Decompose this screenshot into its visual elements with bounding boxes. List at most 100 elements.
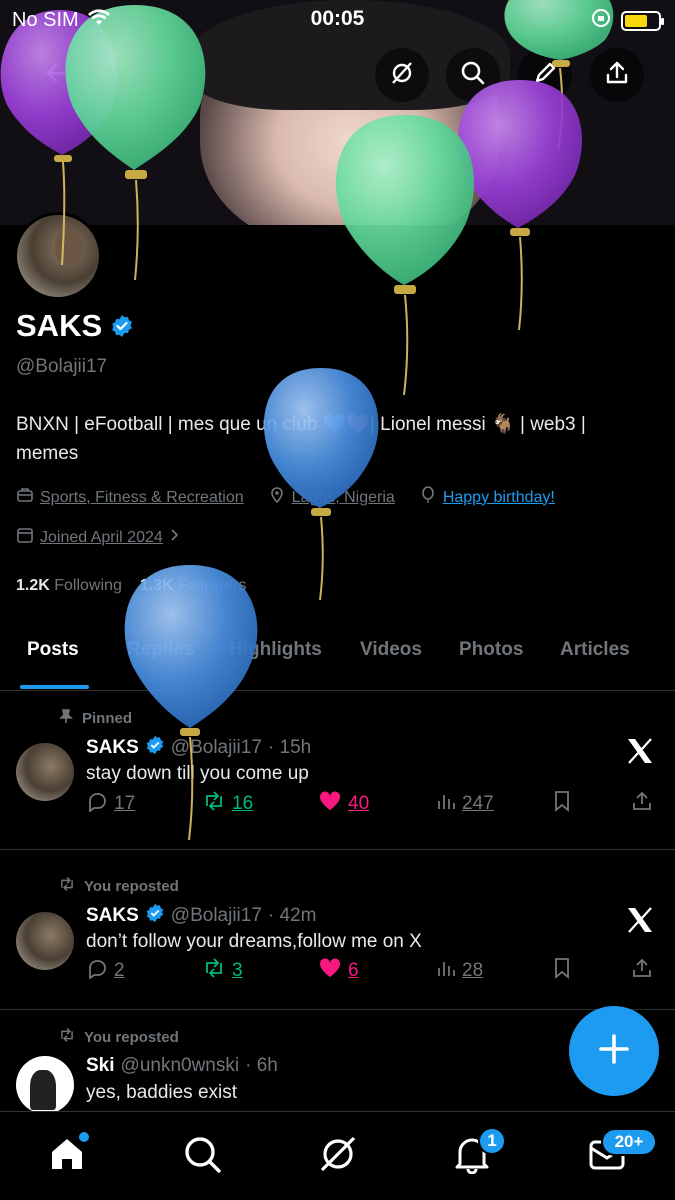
- reply-icon: [86, 790, 108, 818]
- search-button[interactable]: [446, 48, 500, 102]
- tab-posts[interactable]: Posts: [27, 639, 79, 661]
- share-icon: [631, 790, 653, 818]
- birthday-item[interactable]: Happy birthday!: [419, 486, 555, 509]
- avatar[interactable]: [16, 743, 74, 801]
- views-icon: [436, 791, 456, 817]
- tab-articles[interactable]: Articles: [560, 639, 630, 661]
- bookmark-icon: [552, 957, 572, 985]
- views-button[interactable]: 247: [436, 791, 494, 817]
- nav-notifications[interactable]: 1: [450, 1127, 506, 1178]
- verified-badge-icon: [145, 903, 165, 929]
- profile-meta: Sports, Fitness & Recreation Lagos, Nige…: [16, 486, 555, 509]
- post[interactable]: Pinned SAKS @Bolajii17 · 15h stay down t…: [0, 691, 675, 850]
- share-icon: [631, 957, 653, 985]
- post-context: You reposted: [58, 1027, 179, 1047]
- reply-icon: [86, 957, 108, 985]
- category-item[interactable]: Sports, Fitness & Recreation: [16, 486, 244, 509]
- nav-grok[interactable]: [316, 1134, 360, 1178]
- post-author-name[interactable]: Ski: [86, 1055, 115, 1077]
- post-text: yes, baddies exist: [86, 1082, 238, 1103]
- repost-icon: [58, 876, 76, 896]
- share-icon: [604, 60, 630, 91]
- reply-button[interactable]: 17: [86, 790, 135, 818]
- compose-button[interactable]: [569, 1006, 659, 1096]
- post-handle: @Bolajii17: [170, 905, 262, 926]
- profile-tabs: Posts Replies Highlights Videos Photos A…: [0, 620, 675, 691]
- post-author-name[interactable]: SAKS: [86, 905, 139, 927]
- like-button[interactable]: 40: [318, 790, 369, 818]
- profile-bio: BNXN | eFootball | mes que un club 💙❤️| …: [16, 414, 586, 464]
- avatar[interactable]: [16, 912, 74, 970]
- messages-badge: 20+: [601, 1128, 657, 1156]
- search-icon: [182, 1134, 222, 1179]
- share-post-button[interactable]: [631, 957, 653, 985]
- edit-icon: [532, 60, 558, 91]
- post-time: · 6h: [245, 1055, 278, 1076]
- nav-search[interactable]: [180, 1134, 224, 1178]
- like-button[interactable]: 6: [318, 957, 359, 985]
- profile-avatar[interactable]: [14, 212, 102, 300]
- follow-stats: 1.2K Following 1.3K Followers: [16, 577, 247, 595]
- arrow-left-icon: [44, 60, 70, 91]
- battery-level: [625, 14, 647, 27]
- post[interactable]: You reposted SAKS @Bolajii17 · 42m don’t…: [0, 850, 675, 1010]
- post-time: · 42m: [267, 905, 317, 926]
- grok-icon: [317, 1133, 359, 1180]
- home-unread-dot: [79, 1132, 89, 1142]
- repost-icon: [58, 1027, 76, 1047]
- views-icon: [436, 958, 456, 984]
- post-handle: @unkn0wnski: [120, 1055, 240, 1076]
- grok-button[interactable]: [375, 48, 429, 102]
- followers-link[interactable]: 1.3K Followers: [140, 577, 247, 595]
- pin-icon: [58, 708, 74, 728]
- reply-button[interactable]: 2: [86, 957, 125, 985]
- verified-badge-icon: [145, 735, 165, 761]
- repost-icon: [202, 957, 226, 985]
- heart-icon: [318, 957, 342, 985]
- bookmark-button[interactable]: [552, 790, 572, 818]
- profile-handle: @Bolajii17: [16, 356, 108, 377]
- plus-icon: [597, 1032, 631, 1071]
- edit-button[interactable]: [518, 48, 572, 102]
- tab-photos[interactable]: Photos: [459, 639, 523, 661]
- search-icon: [460, 60, 486, 91]
- chevron-right-icon: [169, 528, 181, 547]
- location-item[interactable]: Lagos, Nigeria: [268, 486, 395, 509]
- orientation-lock-icon: [591, 8, 611, 33]
- tab-replies[interactable]: Replies: [127, 639, 195, 661]
- avatar[interactable]: [16, 1056, 74, 1114]
- post-text: don’t follow your dreams,follow me on X: [86, 931, 422, 952]
- repost-button[interactable]: 3: [202, 957, 243, 985]
- heart-icon: [318, 790, 342, 818]
- share-post-button[interactable]: [631, 790, 653, 818]
- post-time: · 15h: [267, 737, 312, 758]
- balloon-icon: [419, 486, 437, 509]
- repost-icon: [202, 790, 226, 818]
- joined-item[interactable]: Joined April 2024: [16, 526, 181, 549]
- tab-highlights[interactable]: Highlights: [229, 639, 322, 661]
- calendar-icon: [16, 526, 34, 549]
- bottom-nav: 1 20+: [0, 1111, 675, 1200]
- following-link[interactable]: 1.2K Following: [16, 577, 122, 595]
- post-context: Pinned: [58, 708, 132, 728]
- tab-videos[interactable]: Videos: [360, 639, 422, 661]
- nav-messages[interactable]: 20+: [585, 1128, 657, 1178]
- grok-icon: [389, 60, 415, 91]
- status-bar: No SIM 00:05: [0, 0, 675, 38]
- post-context: You reposted: [58, 876, 179, 896]
- profile-name: SAKS: [16, 308, 134, 344]
- notifications-badge: 1: [478, 1127, 506, 1155]
- back-button[interactable]: [30, 48, 84, 102]
- verified-badge-icon[interactable]: [110, 314, 134, 338]
- tab-indicator: [20, 685, 89, 689]
- post-author-name[interactable]: SAKS: [86, 737, 139, 759]
- nav-home[interactable]: [45, 1132, 89, 1178]
- repost-button[interactable]: 16: [202, 790, 253, 818]
- bookmark-button[interactable]: [552, 957, 572, 985]
- bookmark-icon: [552, 790, 572, 818]
- share-button[interactable]: [590, 48, 644, 102]
- clock: 00:05: [310, 7, 365, 30]
- post-text: stay down till you come up: [86, 763, 309, 784]
- balloon-blue: [263, 368, 379, 601]
- views-button[interactable]: 28: [436, 958, 483, 984]
